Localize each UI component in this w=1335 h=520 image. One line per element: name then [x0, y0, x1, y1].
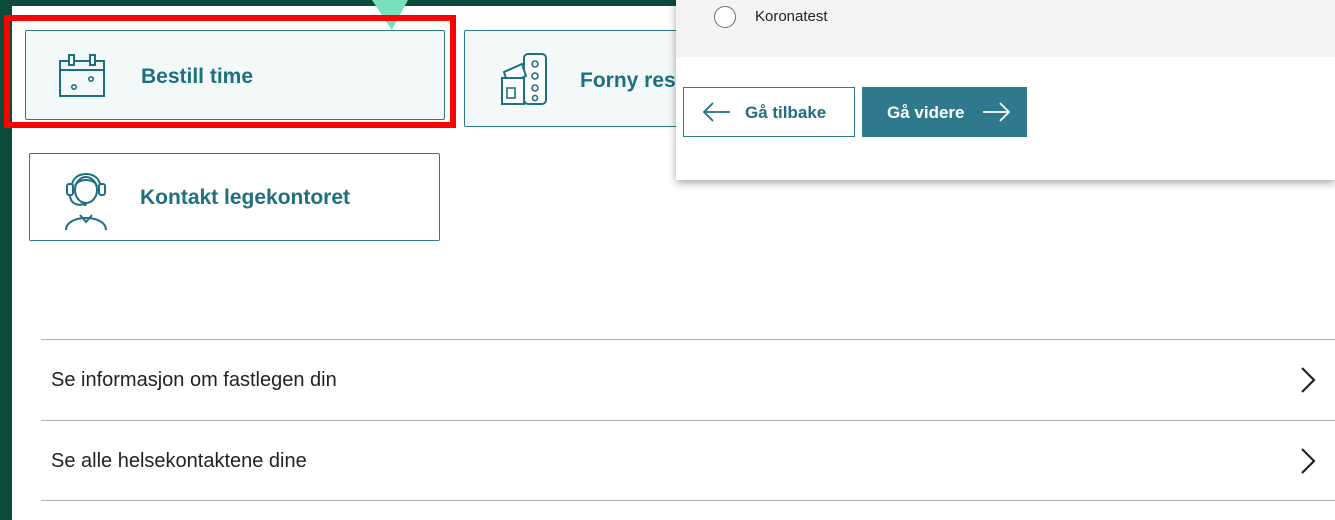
- nav-item-health-contacts[interactable]: Se alle helsekontaktene dine: [41, 421, 1335, 501]
- radio-koronatest[interactable]: [714, 6, 736, 28]
- medicine-icon: [501, 53, 547, 105]
- headset-person-icon: [65, 173, 107, 231]
- arrow-right-icon: [983, 102, 1011, 122]
- option-list: Koronatest: [676, 0, 1335, 57]
- book-appointment-label: Bestill time: [141, 65, 254, 88]
- back-button[interactable]: Gå tilbake: [683, 87, 855, 137]
- arrow-left-icon: [702, 102, 730, 122]
- next-button[interactable]: Gå videre: [862, 87, 1027, 137]
- calendar-icon: [59, 54, 105, 97]
- book-appointment-card[interactable]: Bestill time: [25, 30, 445, 120]
- radio-label[interactable]: Koronatest: [755, 8, 828, 25]
- next-button-label: Gå videre: [887, 103, 965, 122]
- dialog: Koronatest Gå tilbake Gå videre: [676, 0, 1335, 180]
- back-button-label: Gå tilbake: [745, 103, 827, 122]
- chevron-right-icon: [1301, 448, 1316, 474]
- chevron-right-icon: [1301, 367, 1316, 393]
- list-divider: [41, 500, 1335, 501]
- nav-item-gp-info[interactable]: Se informasjon om fastlegen din: [41, 340, 1335, 420]
- nav-item-label: Se informasjon om fastlegen din: [51, 368, 337, 391]
- contact-office-label: Kontakt legekontoret: [140, 186, 351, 209]
- contact-office-card[interactable]: Kontakt legekontoret: [29, 153, 440, 241]
- nav-item-label: Se alle helsekontaktene dine: [51, 449, 307, 472]
